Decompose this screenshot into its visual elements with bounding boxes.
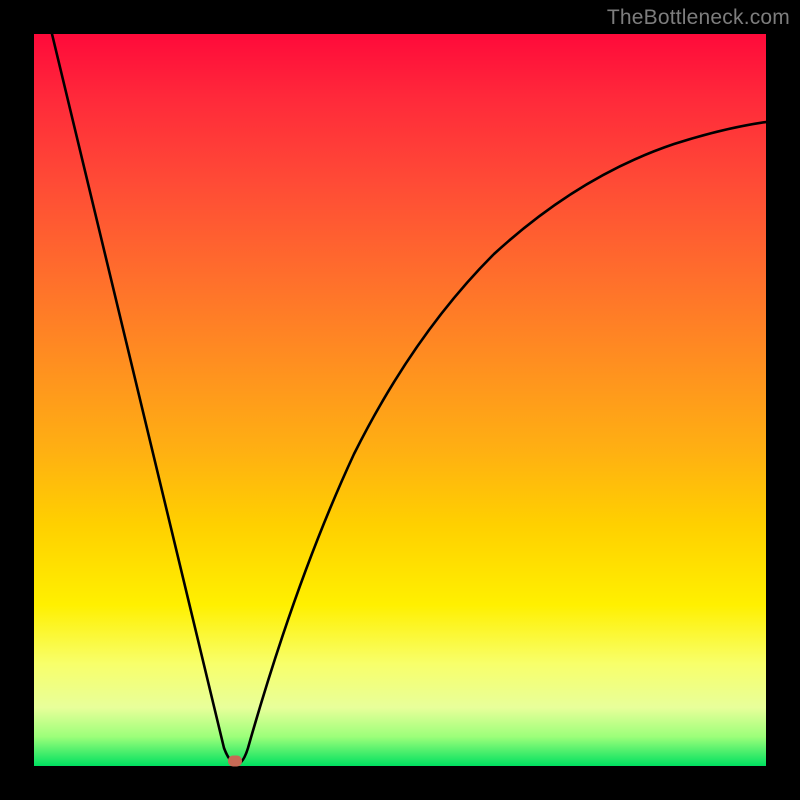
bottleneck-curve (34, 34, 766, 766)
curve-right-branch (237, 122, 766, 764)
plot-area (34, 34, 766, 766)
minimum-marker (228, 756, 242, 767)
chart-frame: TheBottleneck.com (0, 0, 800, 800)
watermark-text: TheBottleneck.com (607, 6, 790, 30)
curve-left-branch (52, 34, 237, 764)
